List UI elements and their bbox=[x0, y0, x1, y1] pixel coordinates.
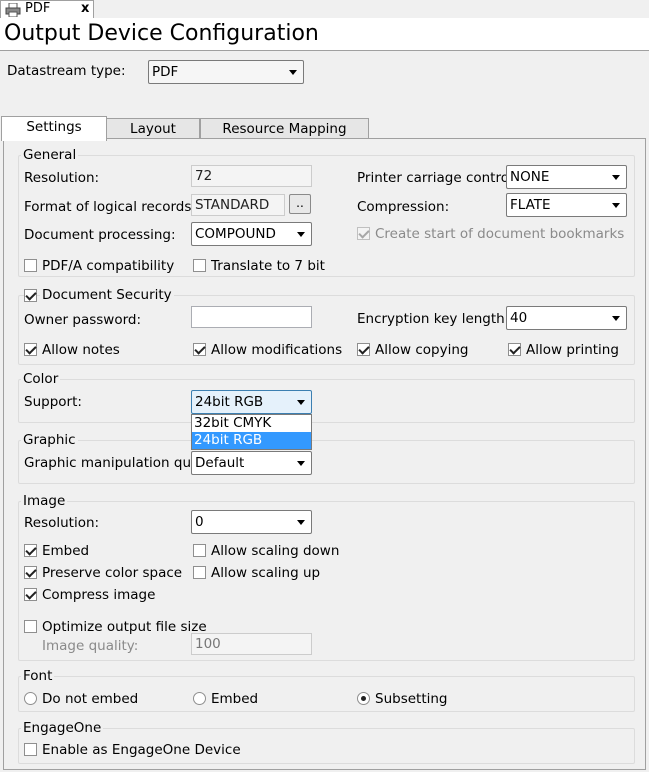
color-support-select[interactable]: 24bit RGB bbox=[191, 390, 312, 414]
engageone-group-title: EngageOne bbox=[21, 720, 104, 736]
preserve-color-checkbox[interactable] bbox=[24, 566, 37, 579]
allow-scaling-up-checkbox[interactable] bbox=[193, 566, 206, 579]
allow-printing-checkbox[interactable] bbox=[508, 343, 521, 356]
tab-settings[interactable]: Settings bbox=[1, 116, 107, 141]
image-resolution-select[interactable]: 0 bbox=[191, 510, 312, 534]
carriage-control-value: NONE bbox=[510, 169, 550, 185]
chevron-down-icon bbox=[297, 232, 305, 237]
allow-notes-label: Allow notes bbox=[42, 342, 120, 358]
color-group bbox=[18, 379, 635, 423]
translate-7bit-label: Translate to 7 bit bbox=[211, 258, 325, 274]
image-quality-value: 100 bbox=[195, 636, 221, 652]
image-quality-label: Image quality: bbox=[42, 638, 139, 654]
document-security-title: Document Security bbox=[40, 287, 174, 303]
graphic-manipulation-label: Graphic manipulation qual bbox=[24, 455, 204, 471]
format-field[interactable]: STANDARD bbox=[191, 194, 285, 216]
doc-tab-label: PDF bbox=[25, 1, 51, 16]
font-subsetting-radio[interactable] bbox=[357, 692, 370, 705]
font-subsetting-label: Subsetting bbox=[375, 691, 448, 707]
graphic-manipulation-value: Default bbox=[195, 455, 245, 471]
allow-notes-checkbox[interactable] bbox=[24, 343, 37, 356]
color-support-label: Support: bbox=[24, 394, 82, 410]
color-group-title: Color bbox=[21, 371, 61, 387]
pdfa-label: PDF/A compatibility bbox=[42, 258, 175, 274]
allow-modifications-label: Allow modifications bbox=[211, 342, 343, 358]
allow-scaling-up-label: Allow scaling up bbox=[211, 565, 321, 581]
dropdown-option-cmyk[interactable]: 32bit CMYK bbox=[192, 415, 311, 432]
datastream-type-label: Datastream type: bbox=[7, 63, 126, 79]
allow-copying-label: Allow copying bbox=[375, 342, 469, 358]
compression-label: Compression: bbox=[357, 199, 450, 215]
embed-image-checkbox[interactable] bbox=[24, 544, 37, 557]
font-group-title: Font bbox=[21, 668, 55, 684]
allow-copying-checkbox[interactable] bbox=[357, 343, 370, 356]
font-embed-radio[interactable] bbox=[193, 692, 206, 705]
graphic-manipulation-select[interactable]: Default bbox=[191, 451, 312, 475]
encryption-key-value: 40 bbox=[510, 310, 528, 326]
format-label: Format of logical records: bbox=[24, 199, 196, 215]
image-resolution-value: 0 bbox=[195, 514, 204, 530]
engageone-checkbox[interactable] bbox=[24, 743, 37, 756]
chevron-down-icon bbox=[612, 203, 620, 208]
color-support-dropdown: 32bit CMYK 24bit RGB bbox=[191, 414, 312, 450]
compression-value: FLATE bbox=[510, 197, 551, 213]
pdfa-checkbox[interactable] bbox=[24, 259, 37, 272]
image-group bbox=[18, 501, 635, 661]
datastream-type-select[interactable]: PDF bbox=[148, 60, 304, 84]
browse-format-button[interactable]: .. bbox=[289, 194, 311, 214]
image-resolution-label: Resolution: bbox=[24, 515, 100, 531]
allow-printing-label: Allow printing bbox=[526, 342, 619, 358]
owner-password-label: Owner password: bbox=[24, 312, 142, 328]
compress-image-label: Compress image bbox=[42, 587, 156, 603]
bookmarks-checkbox[interactable] bbox=[357, 227, 370, 240]
font-not-embed-label: Do not embed bbox=[42, 691, 139, 707]
image-quality-field[interactable]: 100 bbox=[191, 633, 312, 655]
graphic-group-title: Graphic bbox=[21, 432, 78, 448]
preserve-color-label: Preserve color space bbox=[42, 565, 183, 581]
chevron-down-icon bbox=[612, 175, 620, 180]
tab-layout[interactable]: Layout bbox=[106, 118, 200, 140]
chevron-down-icon bbox=[612, 316, 620, 321]
document-security-checkbox[interactable] bbox=[24, 289, 37, 302]
embed-image-label: Embed bbox=[42, 543, 90, 559]
compress-image-checkbox[interactable] bbox=[24, 588, 37, 601]
image-group-title: Image bbox=[21, 493, 68, 509]
resolution-field[interactable]: 72 bbox=[191, 165, 312, 187]
general-group-title: General bbox=[21, 147, 79, 163]
chevron-down-icon bbox=[297, 520, 305, 525]
document-processing-value: COMPOUND bbox=[195, 226, 276, 242]
close-tab-icon[interactable]: x bbox=[81, 1, 89, 16]
chevron-down-icon bbox=[297, 461, 305, 466]
printer-icon bbox=[5, 3, 21, 17]
resolution-label: Resolution: bbox=[24, 170, 100, 186]
encryption-key-label: Encryption key length: bbox=[357, 311, 510, 327]
optimize-size-label: Optimize output file size bbox=[42, 619, 207, 635]
dropdown-option-rgb[interactable]: 24bit RGB bbox=[192, 432, 311, 449]
allow-scaling-down-label: Allow scaling down bbox=[211, 543, 340, 559]
format-value: STANDARD bbox=[195, 197, 270, 213]
compression-select[interactable]: FLATE bbox=[506, 193, 627, 217]
font-embed-label: Embed bbox=[211, 691, 259, 707]
allow-scaling-down-checkbox[interactable] bbox=[193, 544, 206, 557]
carriage-control-select[interactable]: NONE bbox=[506, 165, 627, 189]
document-processing-label: Document processing: bbox=[24, 227, 176, 243]
encryption-key-select[interactable]: 40 bbox=[506, 306, 627, 330]
font-not-embed-radio[interactable] bbox=[24, 692, 37, 705]
resolution-value: 72 bbox=[195, 168, 213, 184]
chevron-down-icon bbox=[289, 70, 297, 75]
color-support-value: 24bit RGB bbox=[195, 394, 264, 410]
document-processing-select[interactable]: COMPOUND bbox=[191, 222, 312, 246]
optimize-size-checkbox[interactable] bbox=[24, 620, 37, 633]
engageone-label: Enable as EngageOne Device bbox=[42, 742, 241, 758]
datastream-type-value: PDF bbox=[152, 64, 179, 80]
translate-7bit-checkbox[interactable] bbox=[193, 259, 206, 272]
allow-modifications-checkbox[interactable] bbox=[193, 343, 206, 356]
carriage-control-label: Printer carriage control: bbox=[357, 170, 518, 186]
chevron-down-icon bbox=[297, 400, 305, 405]
bookmarks-label: Create start of document bookmarks bbox=[375, 226, 625, 242]
owner-password-input[interactable] bbox=[191, 306, 312, 328]
tab-resource-mapping[interactable]: Resource Mapping bbox=[200, 118, 369, 140]
page-title: Output Device Configuration bbox=[4, 21, 319, 46]
pdf-document-tab[interactable]: PDF x bbox=[0, 0, 94, 18]
